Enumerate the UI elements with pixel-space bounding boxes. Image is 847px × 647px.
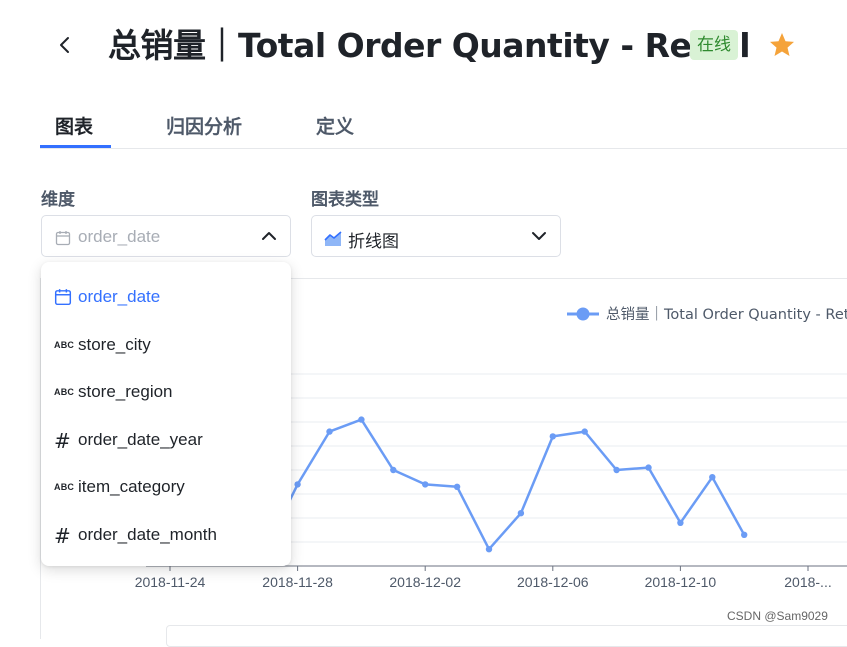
chart-type-select[interactable]: 折线图 (311, 215, 561, 257)
x-tick-label: 2018-12-02 (389, 574, 461, 590)
option-label: store_region (78, 382, 173, 401)
calendar-icon (54, 289, 72, 306)
data-point (358, 416, 365, 423)
abc-icon: ABC (54, 340, 75, 350)
data-point (677, 519, 684, 526)
legend-marker (576, 307, 590, 321)
dimension-option-item-category[interactable]: ABC item_category (41, 467, 291, 507)
dimension-option-store-region[interactable]: ABC store_region (41, 372, 291, 412)
chart-type-label: 图表类型 (311, 190, 379, 210)
data-point (613, 466, 620, 474)
data-point (326, 428, 333, 435)
data-point (422, 481, 429, 488)
option-label: item_category (78, 477, 185, 496)
chevron-up-icon (262, 232, 276, 240)
dimension-option-order-date[interactable]: order_date (41, 277, 291, 317)
x-tick-label: 2018-12-10 (645, 574, 717, 590)
legend-label: 总销量｜Total Order Quantity - Retail (606, 306, 847, 323)
line-chart-icon (324, 231, 342, 246)
option-label: order_date_year (78, 430, 203, 449)
data-point (517, 510, 525, 517)
data-point (549, 433, 556, 440)
data-point (453, 483, 461, 490)
hash-icon: # (54, 429, 71, 453)
option-label: order_date_month (78, 525, 217, 544)
chevron-left-icon[interactable] (55, 33, 75, 57)
option-label: store_city (78, 335, 151, 354)
active-tab-indicator (40, 145, 111, 148)
data-point (294, 481, 301, 488)
chevron-down-icon (532, 232, 546, 240)
data-point (741, 531, 748, 538)
x-tick-label: 2018-11-24 (135, 574, 206, 590)
dimension-option-order-date-month[interactable]: # order_date_month (41, 515, 291, 555)
data-point (485, 546, 493, 553)
tab-definition[interactable]: 定义 (316, 112, 354, 139)
dimension-option-store-city[interactable]: ABC store_city (41, 325, 291, 365)
page-title: 总销量｜Total Order Quantity - Retail (108, 26, 751, 65)
abc-icon: ABC (54, 387, 75, 397)
bottom-panel-edge (166, 625, 847, 647)
hash-icon: # (54, 524, 71, 548)
status-badge: 在线 (690, 30, 738, 60)
data-point (709, 474, 716, 481)
data-point (581, 428, 588, 435)
watermark: CSDN @Sam9029 (727, 609, 828, 623)
dimension-label: 维度 (41, 190, 75, 210)
tab-attribution-analysis[interactable]: 归因分析 (166, 112, 242, 139)
chart-type-select-value: 折线图 (348, 232, 399, 252)
tab-bar: 图表 归因分析 定义 (40, 100, 847, 149)
option-label: order_date (78, 287, 161, 306)
data-point (390, 466, 397, 474)
dimension-select-value: order_date (78, 227, 161, 246)
tab-chart[interactable]: 图表 (55, 112, 93, 139)
x-tick-label: 2018-12-06 (517, 574, 589, 590)
x-tick-label: 2018-... (784, 574, 831, 590)
dimension-option-order-date-year[interactable]: # order_date_year (41, 420, 291, 460)
x-tick-label: 2018-11-28 (262, 574, 333, 590)
dimension-select[interactable]: order_date (41, 215, 291, 257)
abc-icon: ABC (54, 482, 75, 492)
data-point (645, 464, 652, 471)
dimension-dropdown-menu: order_date ABC store_city ABC store_regi… (41, 262, 291, 566)
calendar-icon (55, 231, 71, 246)
star-icon[interactable] (768, 31, 796, 59)
